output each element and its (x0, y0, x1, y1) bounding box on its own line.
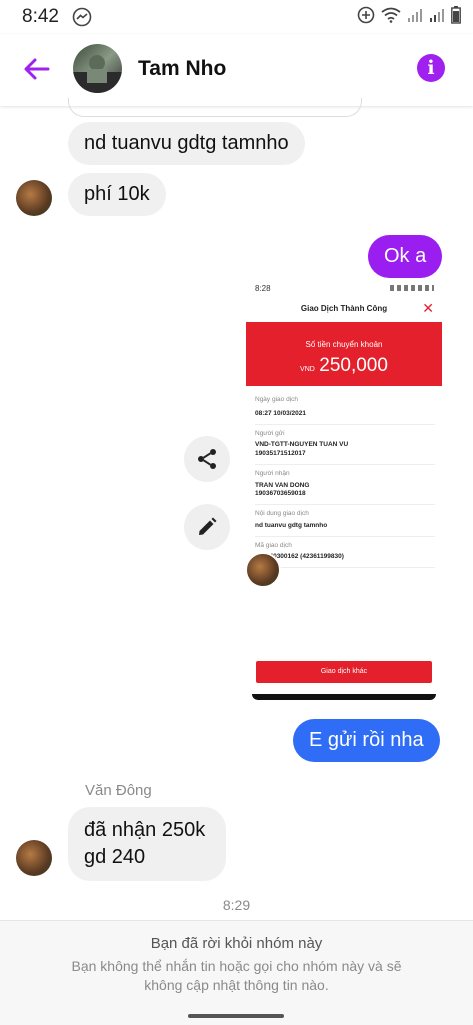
previous-message-edge (68, 98, 362, 117)
outgoing-message[interactable]: Ok a (368, 235, 443, 278)
chat-header: Tam Nho i (0, 34, 473, 106)
receipt-status-time: 8:28 (255, 284, 271, 293)
txn-label: Mã giao dịch (255, 541, 292, 549)
date-label: Ngày giao dịch (255, 396, 298, 403)
wifi-icon (381, 7, 401, 28)
recipient-account: 19036703659018 (255, 490, 306, 498)
timestamp: 8:29 (222, 897, 251, 913)
signal-icon (429, 7, 445, 28)
message-line: đã nhận 250k (84, 819, 206, 841)
avatar[interactable] (16, 840, 52, 876)
notice-title: Bạn đã rời khỏi nhóm này (150, 935, 323, 952)
battery-icon (451, 6, 461, 29)
incoming-message[interactable]: phí 10k (68, 173, 166, 216)
receipt-title: Giao Dịch Thành Công (300, 304, 388, 313)
receipt-bottom-bar (252, 694, 436, 700)
outgoing-message[interactable]: E gửi rồi nha (293, 719, 440, 762)
date-value: 08:27 10/03/2021 (255, 409, 306, 417)
pencil-icon (196, 516, 218, 543)
amount-label: Số tiền chuyển khoản (305, 340, 383, 349)
info-icon[interactable]: i (417, 54, 445, 82)
notice-desc-line2: không cập nhật thông tin nào. (144, 977, 329, 993)
avatar[interactable] (73, 44, 122, 93)
amount-value: VND 250,000 (246, 355, 442, 377)
messenger-icon (72, 7, 92, 27)
sender-name: Văn Đông (85, 782, 152, 799)
incoming-message[interactable]: đã nhận 250k gd 240 (68, 807, 226, 881)
other-transaction-button: Giao dịch khác (256, 661, 432, 683)
status-time: 8:42 (22, 6, 59, 27)
message-line: gd 240 (84, 846, 146, 868)
close-icon: ✕ (422, 300, 434, 316)
receipt-screenshot[interactable]: 8:28 Giao Dịch Thành Công ✕ Số tiền chuy… (246, 280, 442, 704)
receipt-details: Ngày giao dịch 08:27 10/03/2021 Người gử… (255, 396, 435, 573)
recipient-label: Người nhận (255, 469, 290, 477)
add-circle-icon (357, 6, 375, 29)
avatar[interactable] (16, 180, 52, 216)
status-bar: 8:42 (0, 0, 473, 34)
signal-icon (407, 7, 423, 28)
sender-label: Người gửi (255, 429, 285, 437)
recipient-name: TRAN VAN DONG (255, 481, 310, 489)
content-value: nd tuanvu gdtg tamnho (255, 521, 328, 529)
amount: 250,000 (319, 355, 388, 376)
amount-banner: Số tiền chuyển khoản VND 250,000 (246, 322, 442, 386)
contact-name[interactable]: Tam Nho (138, 57, 226, 81)
avatar (245, 552, 281, 588)
edit-button[interactable] (184, 504, 230, 550)
left-group-notice: Bạn đã rời khỏi nhóm này Bạn không thể n… (0, 920, 473, 1025)
incoming-message[interactable]: nd tuanvu gdtg tamnho (68, 122, 305, 165)
notice-desc-line1: Bạn không thể nhắn tin hoặc gọi cho nhóm… (71, 958, 402, 974)
sender-name: VND-TGTT-NGUYEN TUAN VU (255, 441, 349, 449)
home-indicator[interactable] (188, 1014, 284, 1018)
back-arrow-icon[interactable] (22, 54, 52, 84)
sender-account: 19035171512017 (255, 450, 306, 458)
currency: VND (300, 366, 315, 373)
share-button[interactable] (184, 436, 230, 482)
txn-value: 069040300162 (42361199830) (255, 553, 344, 561)
share-icon (195, 447, 219, 476)
content-label: Nội dung giao dịch (255, 510, 309, 518)
receipt-status-icons (390, 285, 434, 291)
